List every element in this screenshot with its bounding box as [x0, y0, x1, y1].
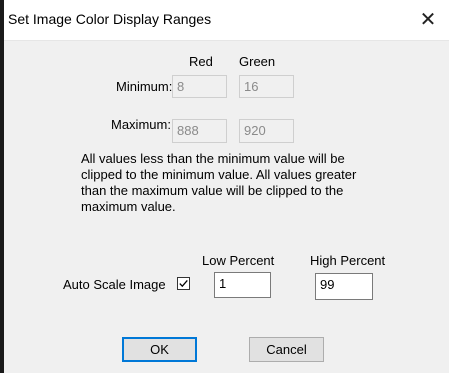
maximum-label: Maximum:	[111, 117, 171, 132]
dialog: Set Image Color Display Ranges ✕ Red Gre…	[0, 0, 449, 373]
title-bar[interactable]: Set Image Color Display Ranges ✕	[4, 0, 449, 41]
dialog-title: Set Image Color Display Ranges	[8, 11, 212, 27]
maximum-red-field: 888	[172, 119, 227, 143]
ok-button[interactable]: OK	[122, 337, 197, 362]
auto-scale-checkbox[interactable]	[177, 277, 190, 290]
checkmark-icon	[179, 279, 188, 288]
close-icon: ✕	[419, 8, 437, 31]
cancel-button-label: Cancel	[266, 342, 307, 357]
minimum-label: Minimum:	[116, 79, 173, 94]
minimum-green-field: 16	[239, 75, 294, 98]
auto-scale-label: Auto Scale Image	[63, 277, 166, 292]
ok-button-label: OK	[150, 342, 169, 357]
low-percent-input[interactable]: 1	[214, 272, 271, 298]
close-button[interactable]: ✕	[413, 6, 443, 32]
window-edge	[0, 0, 4, 373]
maximum-green-field: 920	[239, 119, 294, 143]
minimum-red-field: 8	[172, 75, 227, 98]
high-percent-label: High Percent	[310, 253, 386, 268]
high-percent-input[interactable]: 99	[315, 273, 373, 300]
green-column-header: Green	[239, 54, 276, 69]
clipping-info-text: All values less than the minimum value w…	[81, 151, 357, 214]
red-column-header: Red	[189, 54, 213, 69]
low-percent-label: Low Percent	[202, 253, 275, 268]
cancel-button[interactable]: Cancel	[249, 337, 324, 362]
